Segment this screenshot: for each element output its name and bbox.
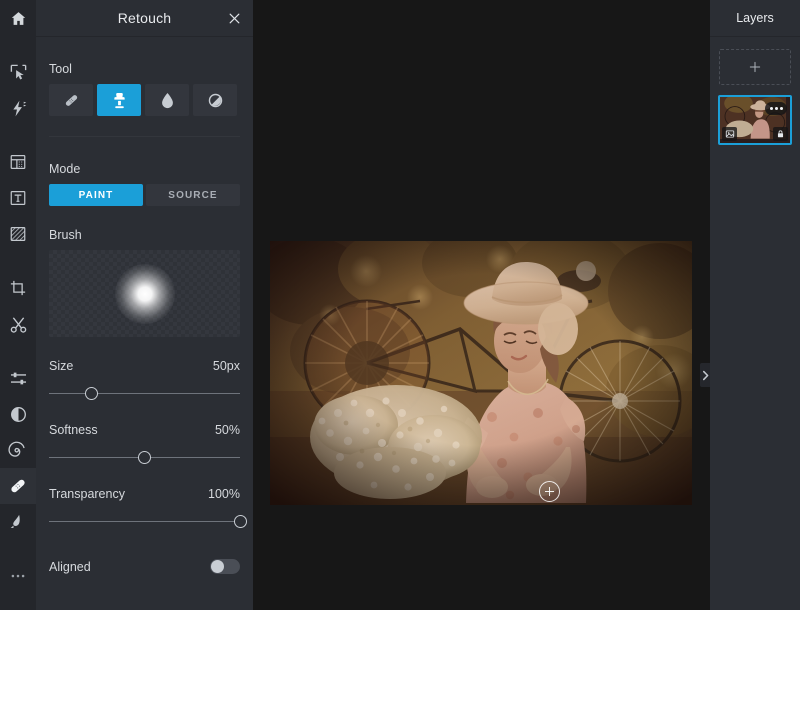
chevron-right-icon[interactable] <box>700 363 710 387</box>
mode-source-button[interactable]: SOURCE <box>146 184 240 206</box>
tool-option-row <box>49 84 240 116</box>
blemish-heal-icon[interactable] <box>49 84 93 116</box>
slider-transparency: Transparency 100% <box>49 487 240 529</box>
dodge-burn-icon[interactable] <box>193 84 237 116</box>
brush-section-label: Brush <box>49 228 240 242</box>
tool-section-label: Tool <box>49 62 240 76</box>
mode-toggle-group: PAINT SOURCE <box>49 184 240 206</box>
spiral-icon[interactable] <box>0 432 36 468</box>
layers-title: Layers <box>736 11 774 25</box>
brush-dot <box>115 264 175 324</box>
panel-body: Tool <box>36 62 253 574</box>
slider-transparency-track[interactable] <box>49 515 240 529</box>
text-icon[interactable] <box>0 180 36 216</box>
layout-icon[interactable] <box>0 144 36 180</box>
add-layer-button[interactable] <box>719 49 791 85</box>
crop-icon[interactable] <box>0 270 36 306</box>
pattern-icon[interactable] <box>0 216 36 252</box>
select-arrow-icon[interactable] <box>0 54 36 90</box>
canvas-area[interactable] <box>253 0 710 610</box>
clone-source-marker[interactable] <box>539 481 560 502</box>
image-icon <box>722 127 737 141</box>
slider-transparency-label: Transparency <box>49 487 125 501</box>
home-icon[interactable] <box>0 0 36 36</box>
slider-size: Size 50px <box>49 359 240 401</box>
slider-transparency-value: 100% <box>208 487 240 501</box>
slider-size-track[interactable] <box>49 387 240 401</box>
slider-softness: Softness 50% <box>49 423 240 465</box>
slider-size-thumb[interactable] <box>85 387 98 400</box>
slider-softness-thumb[interactable] <box>138 451 151 464</box>
aligned-toggle-knob <box>211 560 224 573</box>
section-divider <box>49 136 240 137</box>
layers-header: Layers <box>710 0 800 37</box>
aligned-toggle[interactable] <box>210 559 240 574</box>
brush-tip-icon[interactable] <box>0 504 36 540</box>
clone-stamp-icon[interactable] <box>97 84 141 116</box>
slider-softness-track[interactable] <box>49 451 240 465</box>
page-title: Retouch <box>118 10 172 26</box>
lightning-icon[interactable] <box>0 90 36 126</box>
brush-preview[interactable] <box>49 250 240 337</box>
layer-thumbnail[interactable] <box>718 95 792 145</box>
slider-softness-label: Softness <box>49 423 98 437</box>
slider-transparency-thumb[interactable] <box>234 515 247 528</box>
adjust-sliders-icon[interactable] <box>0 360 36 396</box>
scissors-icon[interactable] <box>0 306 36 342</box>
slider-size-value: 50px <box>213 359 240 373</box>
more-dots-icon[interactable] <box>765 102 787 115</box>
slider-softness-value: 50% <box>215 423 240 437</box>
more-dots-icon[interactable] <box>0 558 36 594</box>
close-icon[interactable] <box>225 9 243 27</box>
slider-size-label: Size <box>49 359 73 373</box>
left-toolbar <box>0 0 37 610</box>
lock-icon[interactable] <box>773 127 788 141</box>
layers-panel: Layers <box>710 0 800 610</box>
canvas-photo[interactable] <box>270 241 692 505</box>
aligned-row: Aligned <box>49 559 240 574</box>
photo-editor-app: Retouch Tool <box>0 0 800 610</box>
retouch-panel: Retouch Tool <box>36 0 253 610</box>
contrast-icon[interactable] <box>0 396 36 432</box>
droplet-blur-icon[interactable] <box>145 84 189 116</box>
aligned-label: Aligned <box>49 560 91 574</box>
mode-paint-button[interactable]: PAINT <box>49 184 143 206</box>
mode-section-label: Mode <box>49 162 240 176</box>
panel-header: Retouch <box>36 0 253 37</box>
bandage-icon[interactable] <box>0 468 36 504</box>
